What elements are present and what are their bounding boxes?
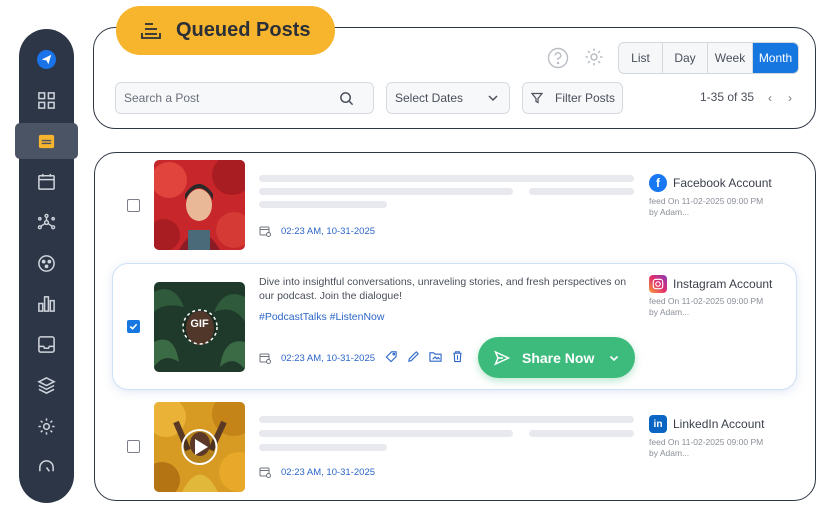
post-schedule-date: 02:23 AM, 10-31-2025 [259,466,375,478]
account-facebook: f Facebook Account [649,174,772,192]
trash-icon[interactable] [451,350,464,363]
post-checkbox[interactable] [127,199,140,212]
check-icon [129,323,138,330]
network-icon [37,213,56,229]
page-title-pill: Queued Posts [116,6,335,55]
sidebar-item-layers[interactable] [19,369,74,401]
paper-plane-logo-icon [37,49,56,69]
post-thumbnail-video[interactable] [154,402,245,492]
sidebar-item-dashboard[interactable] [19,84,74,116]
post-actions [385,350,464,363]
text-skeleton [259,416,634,423]
chevron-down-icon [488,95,498,102]
text-skeleton [259,444,387,451]
bar-chart-icon [38,295,55,312]
calendar-clock-icon [259,353,271,364]
filter-posts-button[interactable]: Filter Posts [522,82,623,114]
post-thumbnail-gif[interactable]: GIF [154,282,245,372]
page-prev-icon[interactable]: ‹ [768,91,772,105]
text-skeleton [529,430,634,437]
sidebar-logo[interactable] [19,43,74,75]
layers-icon [37,376,56,394]
facebook-icon: f [649,174,667,192]
queue-stack-icon [141,22,161,39]
filter-icon [531,92,543,104]
queue-icon [38,134,55,148]
text-skeleton [259,430,513,437]
page-title: Queued Posts [176,19,311,41]
chevron-down-icon[interactable] [608,352,620,364]
instagram-icon [649,275,667,293]
post-meta: feed On 11-02-2025 09:00 PM by Adam... [649,196,764,217]
post-schedule-date: 02:23 AM, 10-31-2025 [259,352,375,364]
select-dates-dropdown[interactable]: Select Dates [386,82,510,114]
search-icon[interactable] [339,91,354,106]
search-input[interactable] [124,91,339,105]
sidebar-item-inbox[interactable] [19,328,74,360]
view-week-button[interactable]: Week [708,43,753,73]
post-schedule-date: 02:23 AM, 10-31-2025 [259,225,375,237]
pagination-count: 1-35 of 35 [700,90,755,104]
share-now-label: Share Now [522,349,595,366]
text-skeleton [259,201,387,208]
calendar-clock-icon [259,226,271,237]
account-instagram: Instagram Account [649,275,772,293]
sidebar-item-settings[interactable] [19,410,74,442]
sidebar [19,29,74,503]
send-icon [494,350,510,365]
post-caption: Dive into insightful conversations, unra… [259,276,627,302]
sidebar-item-analytics-circle[interactable] [19,247,74,279]
calendar-icon [38,173,55,190]
help-icon[interactable] [547,47,569,69]
sidebar-item-reports[interactable] [19,287,74,319]
text-skeleton [259,188,513,195]
text-skeleton [529,188,634,195]
share-now-button[interactable]: Share Now [478,337,635,378]
post-meta: feed On 11-02-2025 09:00 PM by Adam... [649,296,764,317]
headset-icon [39,459,54,472]
inbox-icon [38,335,55,353]
gear-icon [38,417,55,435]
post-thumbnail[interactable] [154,160,245,250]
edit-pencil-icon[interactable] [407,350,420,363]
sidebar-item-network[interactable] [19,206,74,238]
search-box [115,82,374,114]
account-linkedin: in LinkedIn Account [649,415,764,433]
view-switcher: List Day Week Month [618,42,799,74]
calendar-clock-icon [259,467,271,478]
post-hashtags[interactable]: #PodcastTalks #ListenNow [259,311,384,323]
text-skeleton [259,175,634,182]
page-next-icon[interactable]: › [788,91,792,105]
view-day-button[interactable]: Day [663,43,708,73]
view-month-button[interactable]: Month [753,43,798,73]
view-list-button[interactable]: List [619,43,663,73]
sidebar-item-calendar[interactable] [19,165,74,197]
grid-icon [38,91,55,109]
woman-red-leaves-image [154,160,245,250]
gif-badge: GIF [190,318,209,330]
post-meta: feed On 11-02-2025 09:00 PM by Adam... [649,437,764,458]
sidebar-item-support[interactable] [19,451,74,483]
select-dates-label: Select Dates [395,91,464,105]
folder-image-icon[interactable] [429,350,442,363]
sidebar-item-queue[interactable] [15,123,78,159]
settings-gear-icon[interactable] [584,47,604,67]
filter-posts-label: Filter Posts [555,91,616,105]
linkedin-icon: in [649,415,667,433]
man-autumn-image [154,402,245,492]
circle-dots-icon [38,254,55,272]
post-checkbox-checked[interactable] [127,320,140,333]
post-checkbox[interactable] [127,440,140,453]
tag-icon[interactable] [385,350,398,363]
